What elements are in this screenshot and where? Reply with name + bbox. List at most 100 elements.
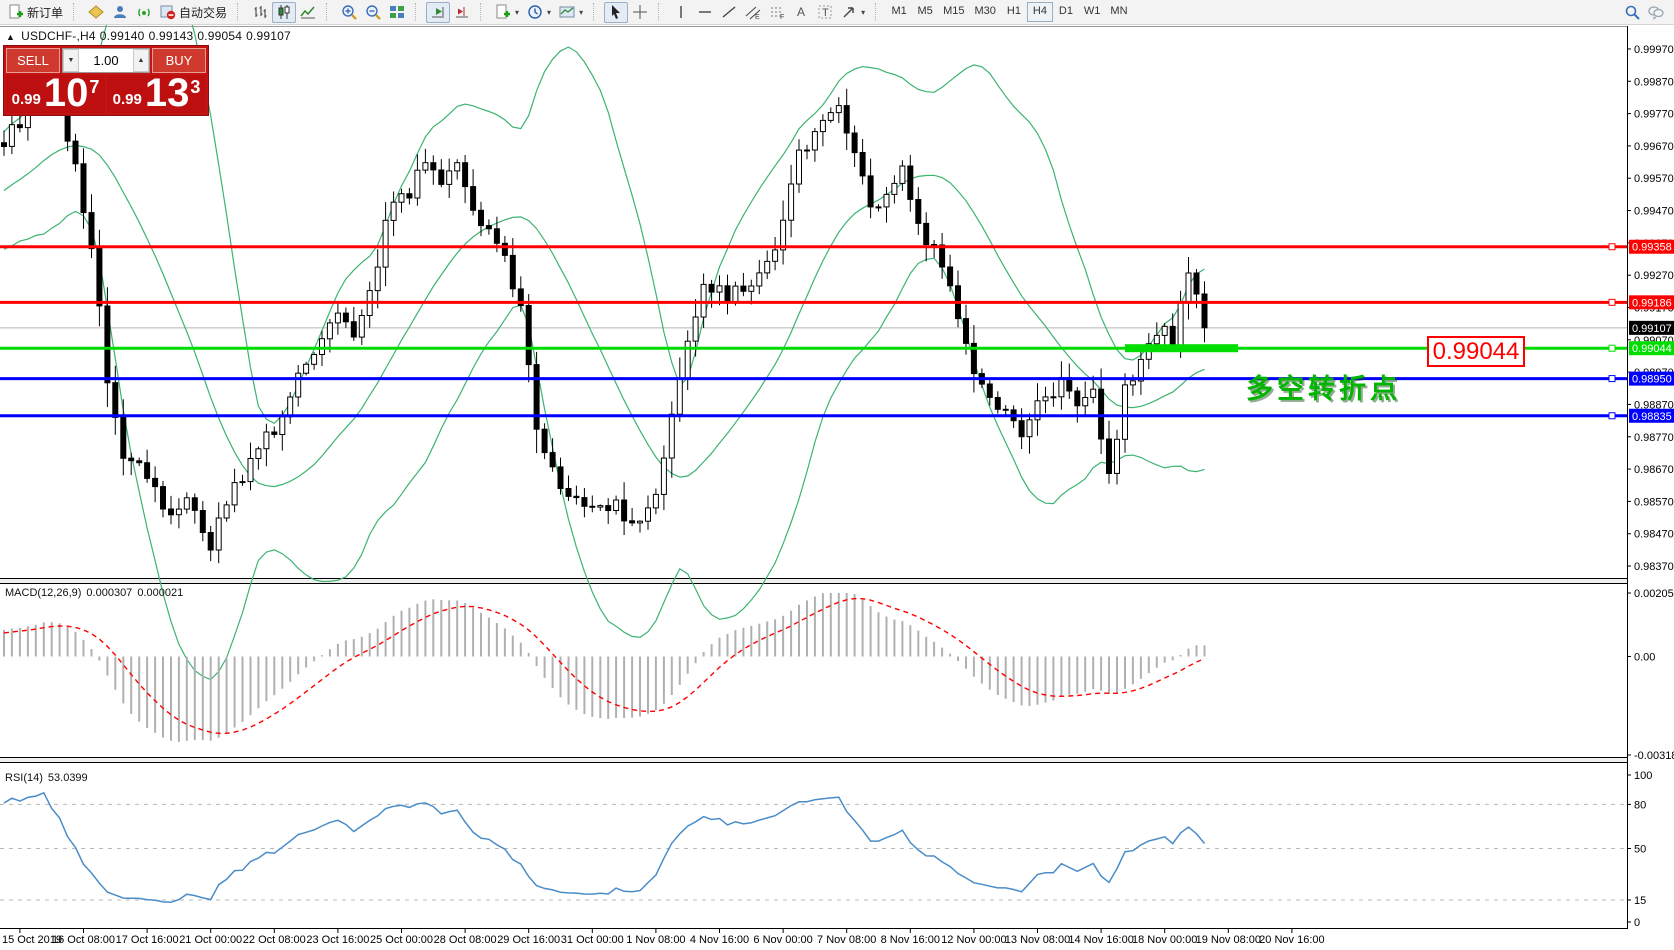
zoom-out-button[interactable] — [361, 2, 385, 23]
svg-text:0.002052: 0.002052 — [1634, 588, 1674, 600]
autotrading-icon — [160, 4, 176, 20]
volume-increase-button[interactable]: ▲ — [133, 49, 149, 72]
timeframe-button-m5[interactable]: M5 — [912, 2, 938, 22]
rsi-indicator-label: RSI(14) 53.0399 — [5, 772, 93, 784]
dropdown-caret-icon: ▾ — [579, 8, 583, 17]
community-button[interactable] — [108, 2, 132, 23]
templates-button[interactable]: ▾ — [555, 2, 587, 23]
equidistant-channel-button[interactable]: E — [741, 2, 765, 23]
svg-text:15: 15 — [1634, 895, 1646, 907]
macd-value-1: 0.000307 — [86, 587, 132, 599]
bar-chart-button[interactable] — [248, 2, 272, 23]
svg-text:16 Oct 08:00: 16 Oct 08:00 — [52, 934, 115, 946]
svg-text:0.99107: 0.99107 — [1632, 323, 1672, 335]
svg-text:22 Oct 08:00: 22 Oct 08:00 — [243, 934, 306, 946]
svg-text:0.99186: 0.99186 — [1632, 297, 1672, 309]
svg-text:1 Nov 08:00: 1 Nov 08:00 — [626, 934, 685, 946]
svg-text:0.99670: 0.99670 — [1634, 141, 1674, 153]
signals-icon — [136, 4, 152, 20]
arrows-icon — [841, 4, 857, 20]
clock-icon — [527, 4, 543, 20]
svg-text:23 Oct 16:00: 23 Oct 16:00 — [306, 934, 369, 946]
top-toolbar: 新订单 自动交易 — [0, 0, 1674, 25]
zoom-out-icon — [365, 4, 381, 20]
crosshair-button[interactable] — [628, 2, 652, 23]
search-icon[interactable] — [1624, 4, 1640, 20]
rsi-name: RSI(14) — [5, 772, 43, 784]
line-chart-button[interactable] — [296, 2, 320, 23]
mt4-window: 新订单 自动交易 — [0, 0, 1674, 950]
buy-price[interactable]: 0.99 13 3 — [107, 75, 206, 113]
macd-name: MACD(12,26,9) — [5, 587, 81, 599]
new-order-button[interactable]: 新订单 — [4, 2, 67, 23]
svg-text:0.99970: 0.99970 — [1634, 44, 1674, 56]
candlestick-chart-button[interactable] — [272, 2, 296, 23]
fibonacci-button[interactable]: F — [765, 2, 789, 23]
svg-text:0.99270: 0.99270 — [1634, 270, 1674, 282]
indicators-icon — [495, 4, 511, 20]
chart-shift-icon — [454, 4, 470, 20]
cursor-button[interactable] — [604, 2, 628, 23]
symbol-name: USDCHF-,H4 — [21, 29, 96, 43]
buy-button[interactable]: BUY — [152, 48, 206, 73]
volume-value[interactable]: 1.00 — [79, 49, 133, 72]
sell-button[interactable]: SELL — [6, 48, 60, 73]
timeframe-button-m15[interactable]: M15 — [938, 2, 969, 22]
svg-text:18 Nov 00:00: 18 Nov 00:00 — [1132, 934, 1197, 946]
indicators-button[interactable]: ▾ — [491, 2, 523, 23]
text-button[interactable]: A — [789, 2, 813, 23]
turning-point-annotation[interactable]: 多空转折点 — [1246, 367, 1401, 406]
svg-text:7 Nov 08:00: 7 Nov 08:00 — [817, 934, 876, 946]
horizontal-line-icon — [697, 4, 713, 20]
svg-text:0.98470: 0.98470 — [1634, 529, 1674, 541]
one-click-trade-panel: SELL ▼ 1.00 ▲ BUY 0.99 10 7 0.99 13 3 — [3, 45, 209, 116]
autotrading-label: 自动交易 — [179, 4, 227, 21]
timeframe-button-mn[interactable]: MN — [1105, 2, 1132, 22]
timeframe-button-h4[interactable]: H4 — [1027, 2, 1053, 22]
sell-price[interactable]: 0.99 10 7 — [6, 75, 105, 113]
new-order-label: 新订单 — [27, 4, 63, 21]
sell-price-big: 10 — [44, 76, 89, 110]
expand-arrow-icon[interactable]: ▲ — [6, 32, 15, 42]
tile-windows-button[interactable] — [385, 2, 409, 23]
chart-canvas[interactable]: 0.999700.998700.997700.996700.995700.994… — [0, 0, 1674, 950]
chart-shift-button[interactable] — [450, 2, 474, 23]
toolbar-separator — [326, 3, 333, 21]
price-annotation-box[interactable]: 0.99044 — [1427, 336, 1525, 367]
text-label-button[interactable]: T — [813, 2, 837, 23]
dropdown-caret-icon: ▾ — [861, 8, 865, 17]
candlestick-chart-icon — [276, 4, 292, 20]
trendline-icon — [721, 4, 737, 20]
autoscroll-icon — [430, 4, 446, 20]
svg-text:T: T — [822, 7, 829, 19]
text-label-icon: T — [817, 4, 833, 20]
autotrading-button[interactable]: 自动交易 — [156, 2, 231, 23]
metaeditor-button[interactable] — [84, 2, 108, 23]
arrows-button[interactable]: ▾ — [837, 2, 869, 23]
timeframe-button-w1[interactable]: W1 — [1079, 2, 1106, 22]
svg-text:0.98570: 0.98570 — [1634, 496, 1674, 508]
sell-price-sup: 7 — [89, 77, 99, 98]
buy-price-small: 0.99 — [113, 91, 142, 108]
svg-text:0.98950: 0.98950 — [1632, 374, 1672, 386]
timeframe-button-d1[interactable]: D1 — [1053, 2, 1079, 22]
ohlc-high: 0.99143 — [149, 29, 194, 43]
new-order-icon — [8, 4, 24, 20]
svg-text:A: A — [797, 5, 805, 19]
toolbar-separator — [237, 3, 244, 21]
timeframe-button-m30[interactable]: M30 — [970, 2, 1001, 22]
autoscroll-button[interactable] — [426, 2, 450, 23]
vertical-line-button[interactable] — [669, 2, 693, 23]
volume-decrease-button[interactable]: ▼ — [63, 49, 79, 72]
chat-icon[interactable] — [1648, 4, 1664, 20]
trendline-button[interactable] — [717, 2, 741, 23]
horizontal-line-button[interactable] — [693, 2, 717, 23]
rsi-value: 53.0399 — [48, 772, 88, 784]
timeframe-button-h1[interactable]: H1 — [1001, 2, 1027, 22]
signals-button[interactable] — [132, 2, 156, 23]
zoom-in-button[interactable] — [337, 2, 361, 23]
svg-text:0.99470: 0.99470 — [1634, 206, 1674, 218]
timeframe-button-m1[interactable]: M1 — [886, 2, 912, 22]
periods-button[interactable]: ▾ — [523, 2, 555, 23]
sell-price-small: 0.99 — [12, 91, 41, 108]
